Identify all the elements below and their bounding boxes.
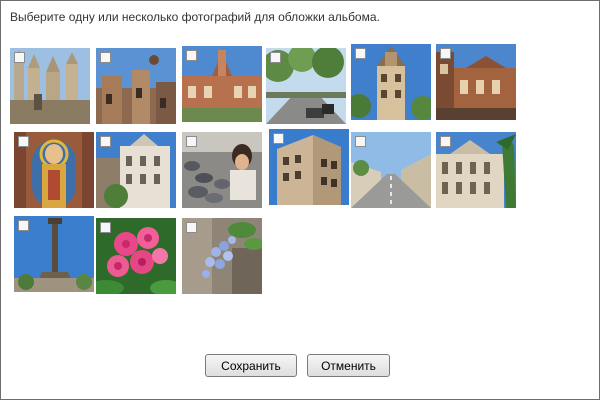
photo-checkbox[interactable] bbox=[14, 52, 25, 63]
photo-thumbnail-blue-flowers[interactable] bbox=[182, 218, 262, 294]
photo-checkbox[interactable] bbox=[270, 52, 281, 63]
photo-thumbnail-columbus-monument[interactable] bbox=[14, 216, 94, 292]
photo-thumbnail-saint-mosaic[interactable] bbox=[14, 132, 94, 208]
save-button[interactable]: Сохранить bbox=[205, 354, 297, 377]
photo-checkbox[interactable] bbox=[100, 136, 111, 147]
photo-thumbnail-pigeons-and-child[interactable] bbox=[182, 132, 262, 208]
photo-thumbnail-tree-lined-avenue[interactable] bbox=[266, 48, 346, 124]
photo-thumbnail-tall-corner-building[interactable] bbox=[269, 129, 349, 205]
photo-checkbox[interactable] bbox=[355, 48, 366, 59]
photo-thumbnail-ornate-white-building[interactable] bbox=[96, 132, 176, 208]
photo-thumbnail-brick-tower-building[interactable] bbox=[436, 44, 516, 120]
photo-thumbnail-classical-palace[interactable] bbox=[436, 132, 516, 208]
cancel-button[interactable]: Отменить bbox=[307, 354, 390, 377]
photo-thumbnail-modernist-facade[interactable] bbox=[96, 48, 176, 124]
photo-checkbox[interactable] bbox=[100, 222, 111, 233]
photo-checkbox[interactable] bbox=[355, 136, 366, 147]
photo-checkbox[interactable] bbox=[100, 52, 111, 63]
photo-checkbox[interactable] bbox=[186, 136, 197, 147]
photo-checkbox[interactable] bbox=[18, 220, 29, 231]
photo-checkbox[interactable] bbox=[186, 50, 197, 61]
photo-thumbnail-wide-boulevard[interactable] bbox=[351, 132, 431, 208]
photo-checkbox[interactable] bbox=[18, 136, 29, 147]
photo-checkbox[interactable] bbox=[440, 136, 451, 147]
photo-checkbox[interactable] bbox=[186, 222, 197, 233]
album-cover-dialog: Выберите одну или несколько фотографий д… bbox=[0, 0, 600, 400]
instruction-text: Выберите одну или несколько фотографий д… bbox=[10, 10, 380, 24]
photo-thumbnail-hospital-sant-pau[interactable] bbox=[182, 46, 262, 122]
photo-thumbnail-pink-flowers[interactable] bbox=[96, 218, 176, 294]
photo-checkbox[interactable] bbox=[440, 48, 451, 59]
photo-checkbox[interactable] bbox=[273, 133, 284, 144]
photo-thumbnail-corner-tower-building[interactable] bbox=[351, 44, 431, 120]
photo-thumbnail-sagrada-familia[interactable] bbox=[10, 48, 90, 124]
